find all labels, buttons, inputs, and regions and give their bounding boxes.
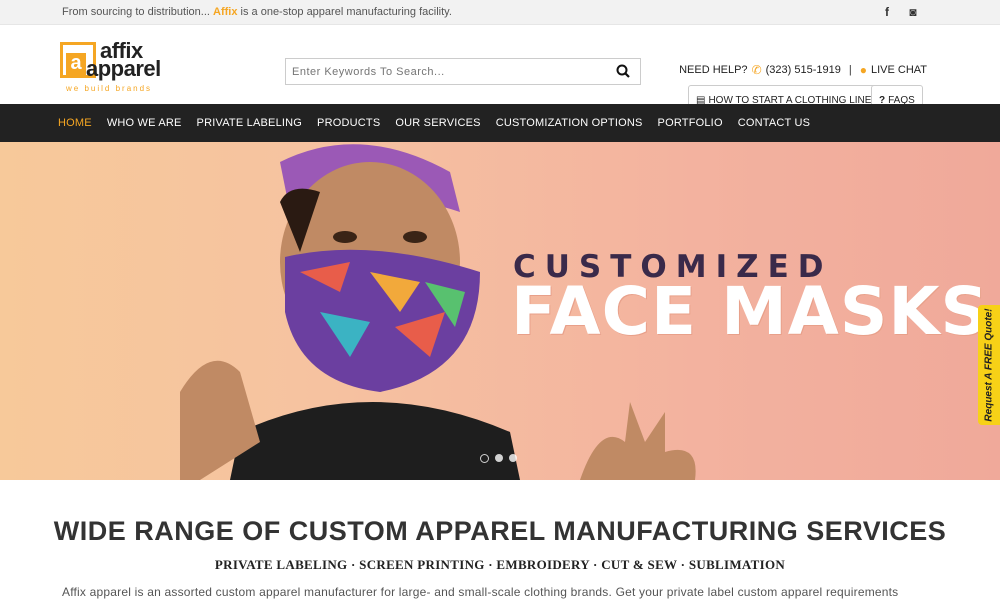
services-heading: WIDE RANGE OF CUSTOM APPAREL MANUFACTURI… (53, 516, 947, 546)
tagline-prefix: From sourcing to distribution... (62, 6, 210, 18)
nav-item-contact-us[interactable]: CONTACT US (738, 117, 811, 129)
tagline-suffix: is a one-stop apparel manufacturing faci… (240, 6, 452, 18)
slider-dot-3[interactable] (509, 454, 517, 462)
tagline-brand: Affix (213, 6, 238, 18)
top-bar: From sourcing to distribution... Affix i… (0, 0, 1000, 25)
help-contact: NEED HELP? ✆ (323) 515-1919 | ● LIVE CHA… (679, 63, 927, 77)
search-icon[interactable] (616, 64, 630, 78)
phone-number[interactable]: (323) 515-1919 (766, 64, 841, 76)
slider-dots (480, 454, 517, 463)
nav-item-products[interactable]: PRODUCTS (317, 117, 380, 129)
nav-item-home[interactable]: HOME (58, 117, 92, 129)
nav-item-portfolio[interactable]: PORTFOLIO (658, 117, 723, 129)
logo-mark-letter: a (66, 53, 86, 75)
services-subheading: PRIVATE LABELING · SCREEN PRINTING · EMB… (214, 557, 786, 572)
main-nav: HOME WHO WE ARE PRIVATE LABELING PRODUCT… (0, 104, 1000, 142)
help-separator: | (848, 64, 852, 76)
site-header: a affix apparel we build brands NEED HEL… (0, 25, 1000, 116)
topbar-tagline: From sourcing to distribution... Affix i… (62, 6, 452, 18)
hero-slider[interactable]: CUSTOMIZED FACE MASKS (0, 142, 1000, 480)
search-input[interactable] (286, 59, 596, 84)
need-help-label: NEED HELP? (679, 64, 748, 76)
hero-right-hand-image (580, 402, 696, 480)
hero-title-line2: FACE MASKS (511, 273, 990, 350)
instagram-icon[interactable]: ◙ (906, 5, 920, 19)
request-quote-tab[interactable]: Request A FREE Quote! (978, 305, 1000, 425)
nav-item-who-we-are[interactable]: WHO WE ARE (107, 117, 182, 129)
services-intro: WIDE RANGE OF CUSTOM APPAREL MANUFACTURI… (0, 480, 1000, 600)
slider-dot-2[interactable] (495, 454, 503, 462)
facebook-icon[interactable]: f (880, 5, 894, 19)
nav-item-private-labeling[interactable]: PRIVATE LABELING (197, 117, 303, 129)
social-links: f ◙ (880, 5, 920, 19)
search-box (285, 58, 641, 85)
logo-tagline: we build brands (66, 84, 153, 93)
brand-logo[interactable]: a affix apparel we build brands (60, 40, 190, 95)
phone-icon: ✆ (751, 63, 762, 77)
logo-word-apparel: apparel (86, 56, 161, 81)
request-quote-label: Request A FREE Quote! (983, 308, 995, 422)
nav-item-customization-options[interactable]: CUSTOMIZATION OPTIONS (496, 117, 643, 129)
chat-icon[interactable]: ● (860, 63, 867, 77)
services-paragraph: Affix apparel is an assorted custom appa… (62, 585, 899, 599)
nav-item-our-services[interactable]: OUR SERVICES (395, 117, 480, 129)
slider-dot-1[interactable] (480, 454, 489, 463)
hero-model-image (180, 144, 520, 480)
live-chat-link[interactable]: LIVE CHAT (871, 64, 927, 76)
